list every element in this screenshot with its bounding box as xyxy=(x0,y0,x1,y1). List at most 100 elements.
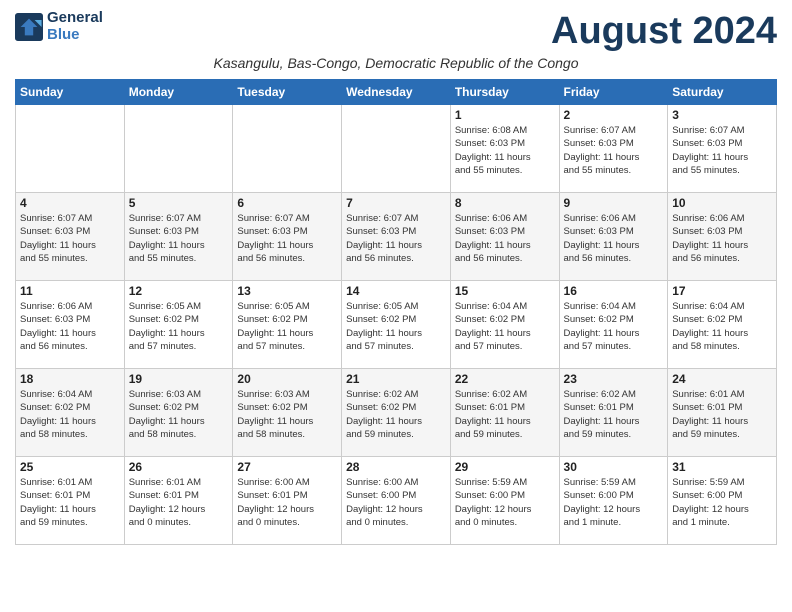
calendar-cell: 5 Sunrise: 6:07 AMSunset: 6:03 PMDaylight… xyxy=(124,193,233,281)
calendar-cell: 10 Sunrise: 6:06 AMSunset: 6:03 PMDayligh… xyxy=(668,193,777,281)
weekday-header-friday: Friday xyxy=(559,80,668,105)
calendar-cell: 1 Sunrise: 6:08 AMSunset: 6:03 PMDaylight… xyxy=(450,105,559,193)
day-info: Sunrise: 6:07 AMSunset: 6:03 PMDaylight:… xyxy=(346,212,446,265)
day-number: 8 xyxy=(455,196,555,210)
calendar-cell xyxy=(16,105,125,193)
calendar-cell: 14 Sunrise: 6:05 AMSunset: 6:02 PMDayligh… xyxy=(342,281,451,369)
day-info: Sunrise: 6:01 AMSunset: 6:01 PMDaylight:… xyxy=(20,476,120,529)
day-number: 18 xyxy=(20,372,120,386)
calendar-cell: 2 Sunrise: 6:07 AMSunset: 6:03 PMDaylight… xyxy=(559,105,668,193)
day-info: Sunrise: 6:00 AMSunset: 6:00 PMDaylight:… xyxy=(346,476,446,529)
day-info: Sunrise: 6:01 AMSunset: 6:01 PMDaylight:… xyxy=(129,476,229,529)
calendar-cell: 29 Sunrise: 5:59 AMSunset: 6:00 PMDayligh… xyxy=(450,457,559,545)
weekday-header-sunday: Sunday xyxy=(16,80,125,105)
calendar-cell xyxy=(342,105,451,193)
calendar-cell: 3 Sunrise: 6:07 AMSunset: 6:03 PMDaylight… xyxy=(668,105,777,193)
day-number: 22 xyxy=(455,372,555,386)
calendar-cell: 19 Sunrise: 6:03 AMSunset: 6:02 PMDayligh… xyxy=(124,369,233,457)
day-number: 31 xyxy=(672,460,772,474)
calendar-cell xyxy=(233,105,342,193)
calendar-cell: 8Sunrise: 6:06 AMSunset: 6:03 PMDaylight… xyxy=(450,193,559,281)
calendar-cell xyxy=(124,105,233,193)
day-info: Sunrise: 6:01 AMSunset: 6:01 PMDaylight:… xyxy=(672,388,772,441)
day-number: 3 xyxy=(672,108,772,122)
day-info: Sunrise: 6:02 AMSunset: 6:01 PMDaylight:… xyxy=(455,388,555,441)
day-info: Sunrise: 6:06 AMSunset: 6:03 PMDaylight:… xyxy=(564,212,664,265)
month-year-title: August 2024 xyxy=(551,10,777,53)
day-info: Sunrise: 6:07 AMSunset: 6:03 PMDaylight:… xyxy=(237,212,337,265)
calendar-cell: 9 Sunrise: 6:06 AMSunset: 6:03 PMDaylight… xyxy=(559,193,668,281)
day-info: Sunrise: 5:59 AMSunset: 6:00 PMDaylight:… xyxy=(564,476,664,529)
day-info: Sunrise: 6:08 AMSunset: 6:03 PMDaylight:… xyxy=(455,124,555,177)
day-info: Sunrise: 6:02 AMSunset: 6:01 PMDaylight:… xyxy=(564,388,664,441)
page-header: General Blue August 2024 xyxy=(15,10,777,53)
calendar-cell: 25 Sunrise: 6:01 AMSunset: 6:01 PMDayligh… xyxy=(16,457,125,545)
weekday-header-monday: Monday xyxy=(124,80,233,105)
day-number: 24 xyxy=(672,372,772,386)
day-info: Sunrise: 5:59 AMSunset: 6:00 PMDaylight:… xyxy=(455,476,555,529)
day-info: Sunrise: 6:06 AMSunset: 6:03 PMDaylight:… xyxy=(672,212,772,265)
day-info: Sunrise: 6:04 AMSunset: 6:02 PMDaylight:… xyxy=(672,300,772,353)
day-number: 15 xyxy=(455,284,555,298)
calendar-cell: 7 Sunrise: 6:07 AMSunset: 6:03 PMDaylight… xyxy=(342,193,451,281)
calendar-cell: 24 Sunrise: 6:01 AMSunset: 6:01 PMDayligh… xyxy=(668,369,777,457)
calendar-cell: 27 Sunrise: 6:00 AMSunset: 6:01 PMDayligh… xyxy=(233,457,342,545)
calendar-cell: 13Sunrise: 6:05 AMSunset: 6:02 PMDayligh… xyxy=(233,281,342,369)
day-number: 16 xyxy=(564,284,664,298)
calendar-cell: 23 Sunrise: 6:02 AMSunset: 6:01 PMDayligh… xyxy=(559,369,668,457)
day-number: 30 xyxy=(564,460,664,474)
day-number: 9 xyxy=(564,196,664,210)
weekday-header-wednesday: Wednesday xyxy=(342,80,451,105)
logo: General Blue xyxy=(15,10,103,43)
day-info: Sunrise: 6:02 AMSunset: 6:02 PMDaylight:… xyxy=(346,388,446,441)
weekday-header-saturday: Saturday xyxy=(668,80,777,105)
calendar-cell: 15 Sunrise: 6:04 AMSunset: 6:02 PMDayligh… xyxy=(450,281,559,369)
day-number: 17 xyxy=(672,284,772,298)
day-number: 11 xyxy=(20,284,120,298)
day-number: 23 xyxy=(564,372,664,386)
day-number: 26 xyxy=(129,460,229,474)
day-info: Sunrise: 6:05 AMSunset: 6:02 PMDaylight:… xyxy=(346,300,446,353)
day-info: Sunrise: 6:03 AMSunset: 6:02 PMDaylight:… xyxy=(129,388,229,441)
day-number: 1 xyxy=(455,108,555,122)
day-number: 10 xyxy=(672,196,772,210)
calendar-cell: 18Sunrise: 6:04 AMSunset: 6:02 PMDayligh… xyxy=(16,369,125,457)
calendar-cell: 12 Sunrise: 6:05 AMSunset: 6:02 PMDayligh… xyxy=(124,281,233,369)
day-number: 6 xyxy=(237,196,337,210)
day-number: 7 xyxy=(346,196,446,210)
day-number: 20 xyxy=(237,372,337,386)
day-number: 21 xyxy=(346,372,446,386)
calendar-cell: 30 Sunrise: 5:59 AMSunset: 6:00 PMDayligh… xyxy=(559,457,668,545)
day-info: Sunrise: 6:03 AMSunset: 6:02 PMDaylight:… xyxy=(237,388,337,441)
day-info: Sunrise: 6:05 AMSunset: 6:02 PMDaylight:… xyxy=(129,300,229,353)
day-info: Sunrise: 6:04 AMSunset: 6:02 PMDaylight:… xyxy=(564,300,664,353)
location-subtitle: Kasangulu, Bas-Congo, Democratic Republi… xyxy=(15,55,777,71)
calendar-cell: 21 Sunrise: 6:02 AMSunset: 6:02 PMDayligh… xyxy=(342,369,451,457)
day-info: Sunrise: 6:07 AMSunset: 6:03 PMDaylight:… xyxy=(129,212,229,265)
day-number: 19 xyxy=(129,372,229,386)
calendar-cell: 6 Sunrise: 6:07 AMSunset: 6:03 PMDaylight… xyxy=(233,193,342,281)
day-number: 2 xyxy=(564,108,664,122)
weekday-header-thursday: Thursday xyxy=(450,80,559,105)
day-info: Sunrise: 5:59 AMSunset: 6:00 PMDaylight:… xyxy=(672,476,772,529)
calendar-table: SundayMondayTuesdayWednesdayThursdayFrid… xyxy=(15,79,777,545)
logo-text: General Blue xyxy=(47,10,103,43)
day-number: 13 xyxy=(237,284,337,298)
day-info: Sunrise: 6:07 AMSunset: 6:03 PMDaylight:… xyxy=(20,212,120,265)
day-number: 5 xyxy=(129,196,229,210)
calendar-cell: 26 Sunrise: 6:01 AMSunset: 6:01 PMDayligh… xyxy=(124,457,233,545)
day-number: 14 xyxy=(346,284,446,298)
day-info: Sunrise: 6:06 AMSunset: 6:03 PMDaylight:… xyxy=(20,300,120,353)
calendar-cell: 16 Sunrise: 6:04 AMSunset: 6:02 PMDayligh… xyxy=(559,281,668,369)
day-number: 25 xyxy=(20,460,120,474)
day-info: Sunrise: 6:07 AMSunset: 6:03 PMDaylight:… xyxy=(672,124,772,177)
day-info: Sunrise: 6:04 AMSunset: 6:02 PMDaylight:… xyxy=(455,300,555,353)
day-info: Sunrise: 6:00 AMSunset: 6:01 PMDaylight:… xyxy=(237,476,337,529)
calendar-cell: 4Sunrise: 6:07 AMSunset: 6:03 PMDaylight… xyxy=(16,193,125,281)
day-number: 12 xyxy=(129,284,229,298)
weekday-header-tuesday: Tuesday xyxy=(233,80,342,105)
day-number: 29 xyxy=(455,460,555,474)
day-info: Sunrise: 6:07 AMSunset: 6:03 PMDaylight:… xyxy=(564,124,664,177)
day-number: 27 xyxy=(237,460,337,474)
calendar-cell: 22 Sunrise: 6:02 AMSunset: 6:01 PMDayligh… xyxy=(450,369,559,457)
